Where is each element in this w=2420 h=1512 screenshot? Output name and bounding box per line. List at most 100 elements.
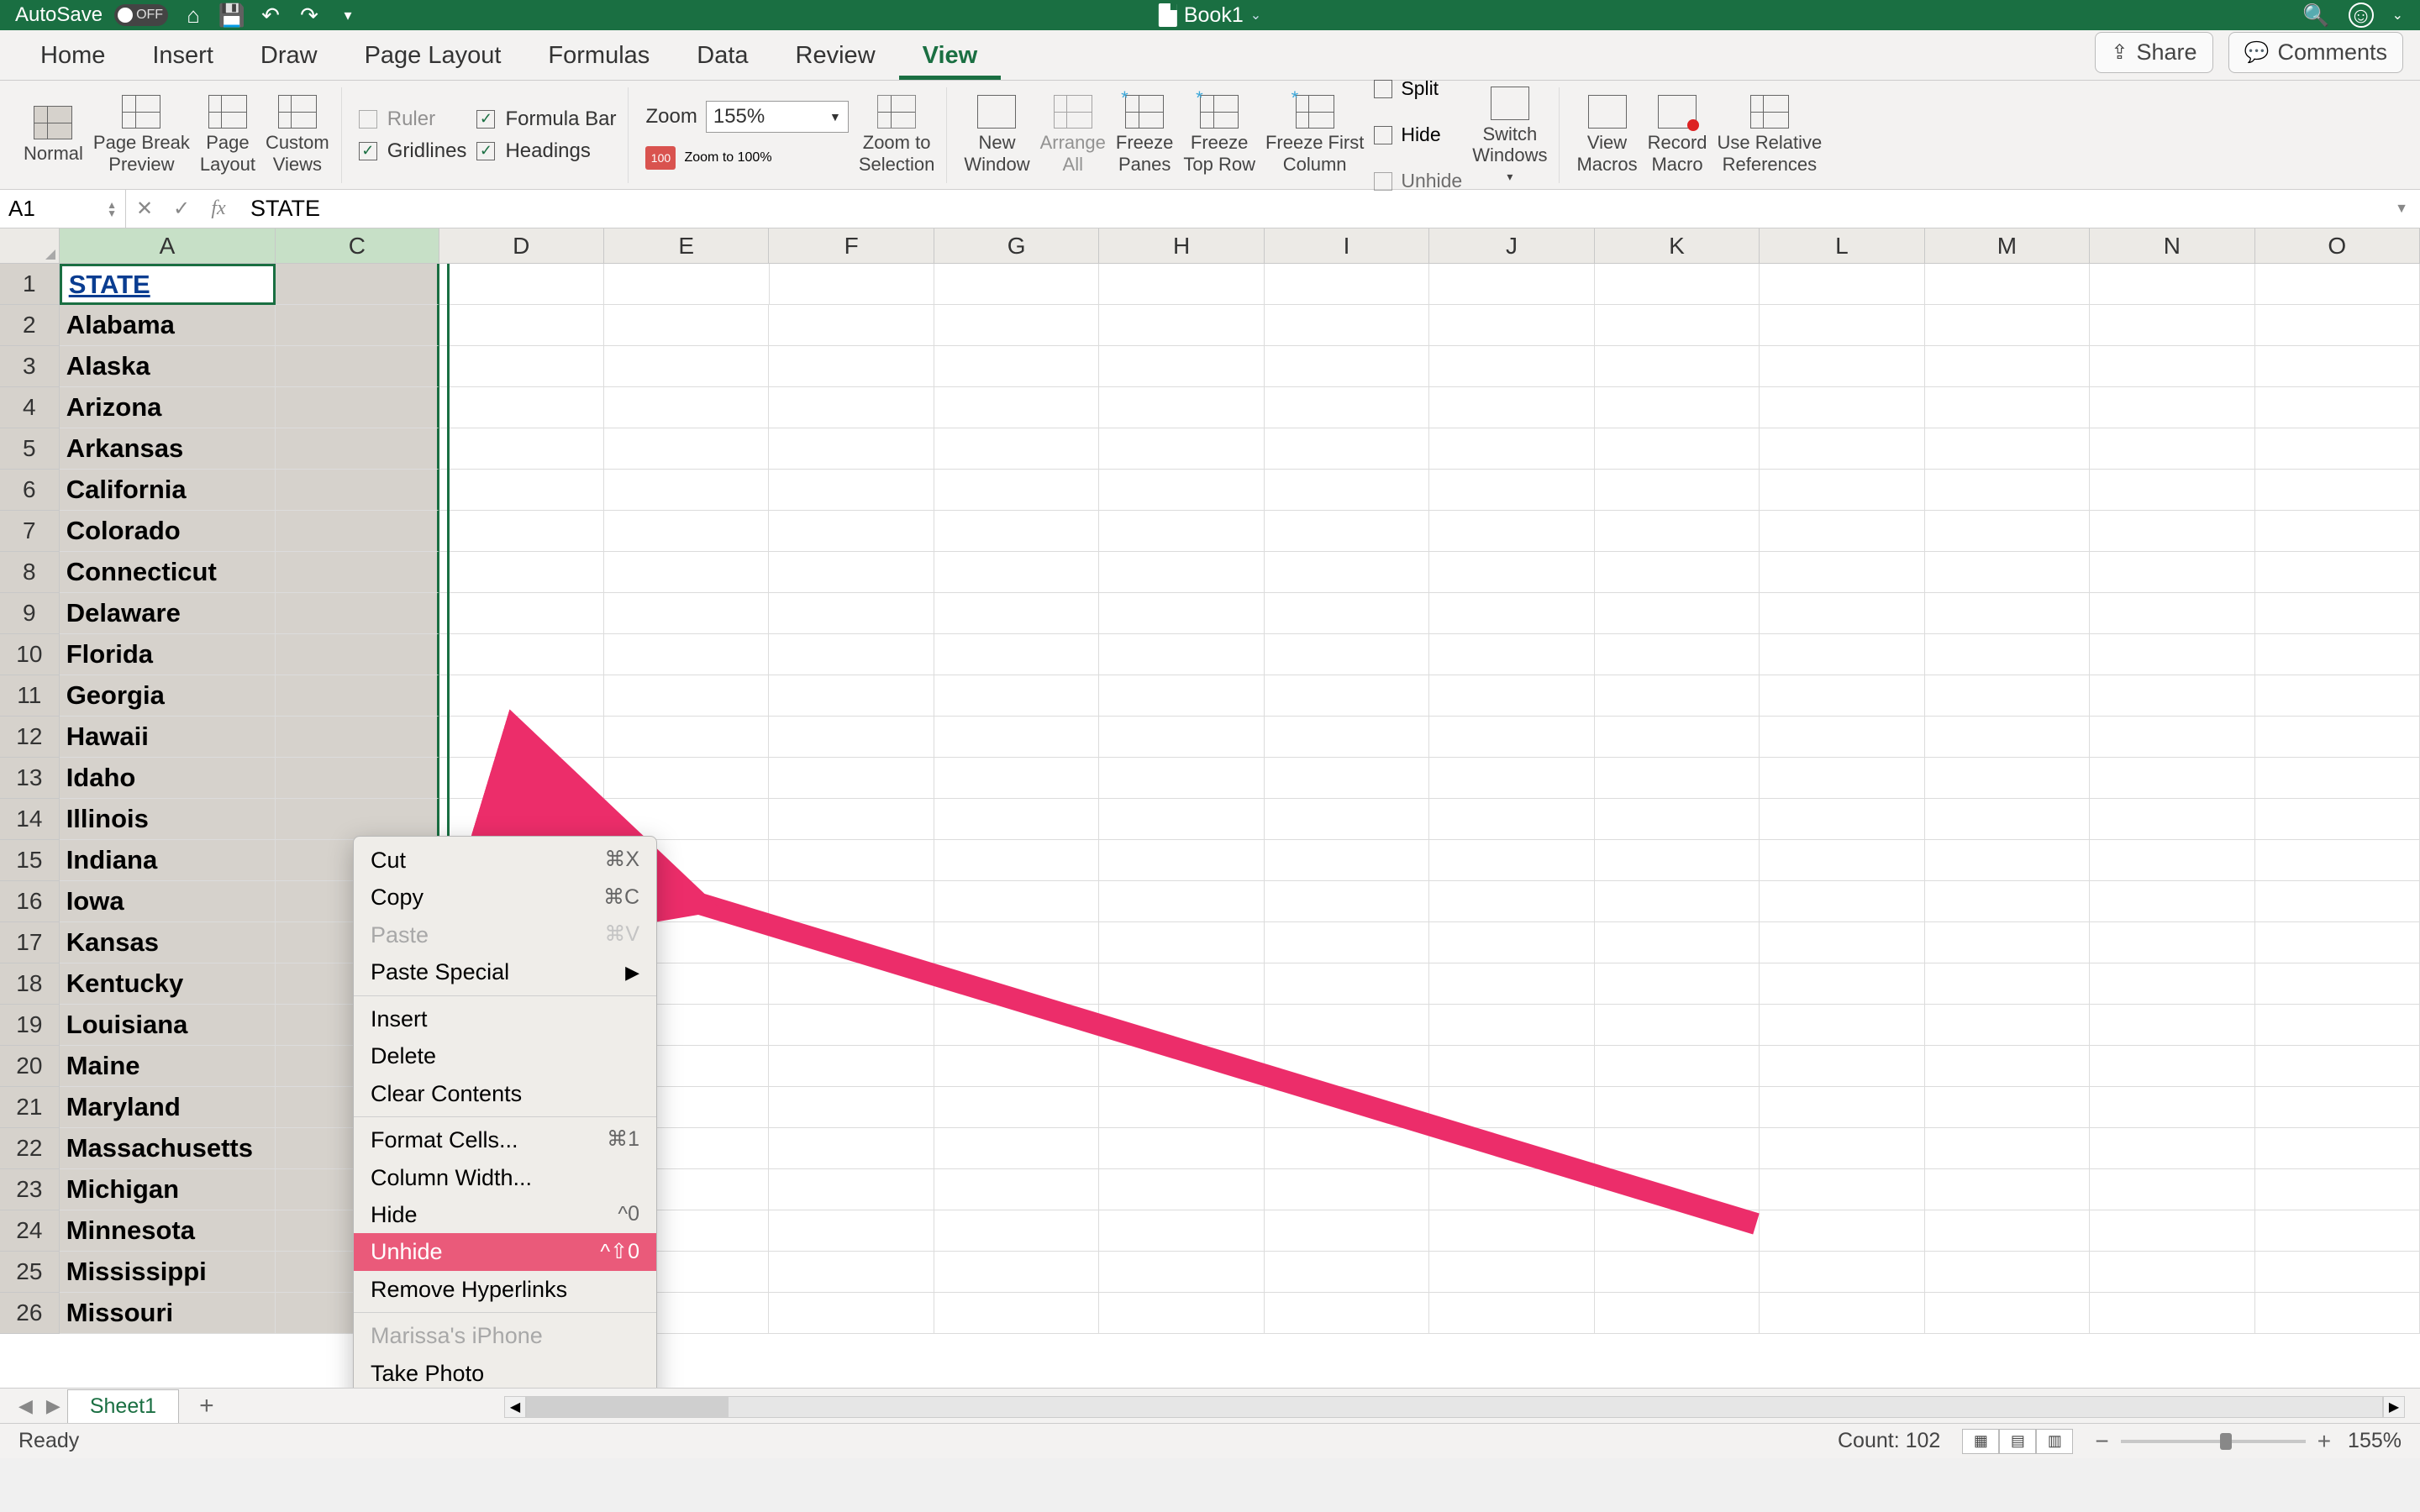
cell[interactable] <box>2255 305 2420 346</box>
cell[interactable] <box>2255 1005 2420 1046</box>
cell[interactable] <box>2255 1252 2420 1293</box>
cell[interactable] <box>1429 881 1594 922</box>
cell[interactable] <box>1760 1210 1924 1252</box>
cell[interactable] <box>276 305 439 346</box>
row-header[interactable]: 4 <box>0 387 60 428</box>
cell[interactable] <box>1429 552 1594 593</box>
cell[interactable] <box>2090 758 2254 799</box>
cell[interactable] <box>1760 593 1924 634</box>
formula-expand-icon[interactable]: ▼ <box>2395 202 2408 217</box>
checkbox-headings[interactable]: ✓Headings <box>476 139 616 163</box>
menu-item-delete[interactable]: Delete <box>354 1037 656 1074</box>
confirm-formula-icon[interactable]: ✓ <box>163 190 200 228</box>
cell[interactable] <box>2255 675 2420 717</box>
cell[interactable] <box>276 593 439 634</box>
cell[interactable] <box>1925 799 2090 840</box>
cell[interactable]: Illinois <box>60 799 276 840</box>
cell[interactable] <box>1925 1169 2090 1210</box>
cell[interactable] <box>1760 552 1924 593</box>
cell[interactable] <box>1925 1293 2090 1334</box>
cell[interactable] <box>2090 881 2254 922</box>
cell[interactable] <box>934 799 1099 840</box>
menu-item-remove-hyperlinks[interactable]: Remove Hyperlinks <box>354 1271 656 1308</box>
cell[interactable] <box>2090 470 2254 511</box>
cell[interactable] <box>1099 675 1264 717</box>
cell[interactable] <box>1265 1087 1429 1128</box>
cell[interactable] <box>2255 1210 2420 1252</box>
cell[interactable] <box>1265 840 1429 881</box>
cell[interactable] <box>769 675 934 717</box>
cell[interactable] <box>604 511 769 552</box>
sheet-tab-active[interactable]: Sheet1 <box>67 1389 179 1423</box>
cell[interactable] <box>1265 675 1429 717</box>
cell[interactable] <box>439 799 604 840</box>
sheet-nav-prev[interactable]: ◀ <box>12 1395 39 1417</box>
cell[interactable] <box>1595 387 1760 428</box>
menu-item-take-photo[interactable]: Take Photo <box>354 1355 656 1388</box>
cell[interactable] <box>1429 428 1594 470</box>
cell[interactable] <box>934 346 1099 387</box>
column-header-F[interactable]: F <box>769 228 934 263</box>
cell[interactable] <box>769 387 934 428</box>
cell[interactable] <box>1099 922 1264 963</box>
cell[interactable] <box>439 552 604 593</box>
autosave-toggle[interactable]: OFF <box>114 4 168 26</box>
cell[interactable] <box>1595 840 1760 881</box>
cell[interactable] <box>1925 1252 2090 1293</box>
cell[interactable] <box>934 428 1099 470</box>
cell[interactable] <box>2255 840 2420 881</box>
cell[interactable]: Massachusetts <box>60 1128 276 1169</box>
qat-dropdown-icon[interactable]: ▾ <box>334 2 361 29</box>
cell[interactable] <box>1925 840 2090 881</box>
cell[interactable] <box>2090 1087 2254 1128</box>
cell[interactable] <box>934 264 1099 305</box>
cell[interactable] <box>1099 1210 1264 1252</box>
comments-button[interactable]: 💬Comments <box>2228 32 2403 73</box>
cell[interactable] <box>1099 963 1264 1005</box>
cell[interactable] <box>1429 1293 1594 1334</box>
select-all-corner[interactable] <box>0 228 60 263</box>
cell[interactable] <box>1265 552 1429 593</box>
zoom-select[interactable]: 155%▼ <box>706 101 849 133</box>
cell[interactable] <box>2090 799 2254 840</box>
cell[interactable] <box>276 264 439 305</box>
cell[interactable] <box>934 1293 1099 1334</box>
cell[interactable] <box>2255 799 2420 840</box>
cell[interactable] <box>1595 1128 1760 1169</box>
row-header[interactable]: 18 <box>0 963 60 1005</box>
cell[interactable] <box>2090 552 2254 593</box>
record-macro-button[interactable]: Record Macro <box>1648 95 1707 175</box>
cell[interactable] <box>1925 675 2090 717</box>
scroll-left-icon[interactable]: ◀ <box>504 1396 526 1418</box>
cell[interactable] <box>2090 1293 2254 1334</box>
cell[interactable] <box>1429 922 1594 963</box>
tab-review[interactable]: Review <box>772 32 899 80</box>
cell[interactable] <box>769 634 934 675</box>
cell[interactable] <box>1429 963 1594 1005</box>
cell[interactable] <box>1429 758 1594 799</box>
cell[interactable] <box>769 552 934 593</box>
cell[interactable] <box>2255 346 2420 387</box>
cell[interactable] <box>1925 552 2090 593</box>
menu-item-paste-special[interactable]: Paste Special▶ <box>354 953 656 990</box>
cell[interactable] <box>934 1087 1099 1128</box>
cell[interactable] <box>1595 1210 1760 1252</box>
use-relative-button[interactable]: Use Relative References <box>1718 95 1823 175</box>
cell[interactable]: Delaware <box>60 593 276 634</box>
cell[interactable] <box>1265 428 1429 470</box>
tab-home[interactable]: Home <box>17 32 129 80</box>
cell[interactable] <box>1925 428 2090 470</box>
cell[interactable] <box>1265 634 1429 675</box>
cell[interactable] <box>2255 1046 2420 1087</box>
cell[interactable] <box>934 387 1099 428</box>
cell[interactable] <box>1760 1293 1924 1334</box>
cell[interactable] <box>934 593 1099 634</box>
cell[interactable] <box>2255 470 2420 511</box>
cell[interactable] <box>2255 428 2420 470</box>
cell[interactable] <box>1760 963 1924 1005</box>
cell[interactable] <box>769 840 934 881</box>
cell[interactable] <box>276 717 439 758</box>
cell[interactable] <box>1760 1252 1924 1293</box>
cell[interactable] <box>2090 922 2254 963</box>
cell[interactable] <box>1760 717 1924 758</box>
